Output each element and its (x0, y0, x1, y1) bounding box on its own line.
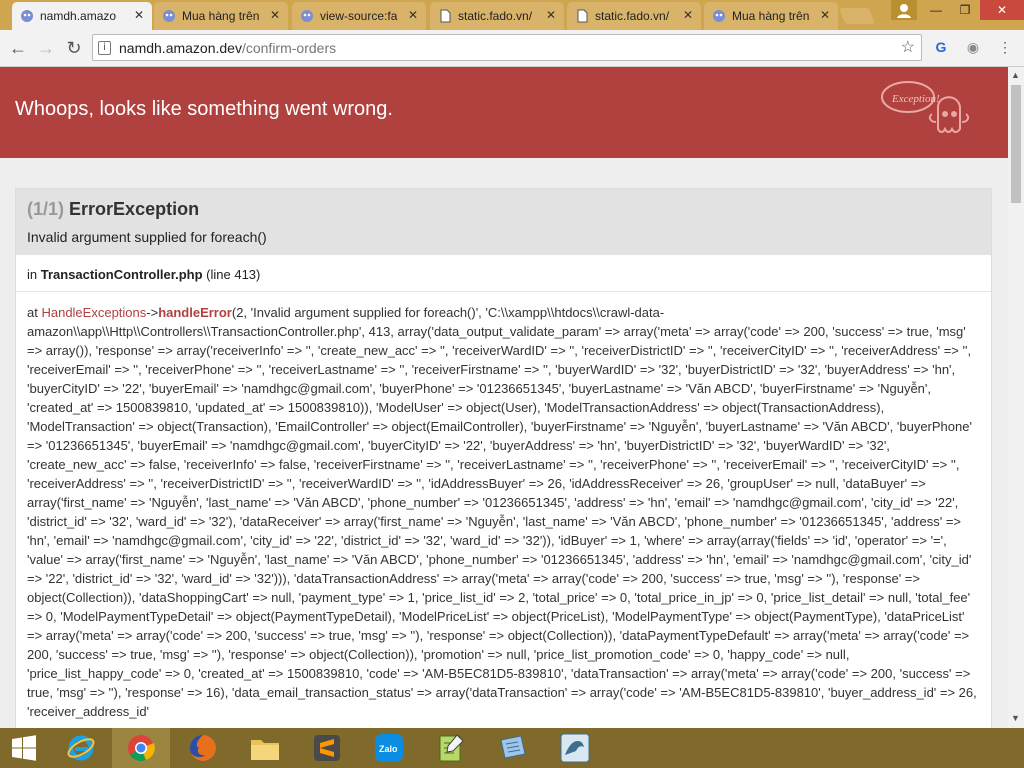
mysql-workbench-icon[interactable] (546, 728, 604, 768)
address-bar[interactable]: i namdh.amazon.dev/confirm-orders ☆ (92, 34, 922, 61)
extension-icon[interactable]: ◉ (964, 38, 982, 56)
close-tab-icon[interactable]: ✕ (270, 8, 280, 22)
chrome-icon[interactable] (112, 728, 170, 768)
tab-strip: namdh.amazo ✕ Mua hàng trên ✕ view-sourc… (0, 0, 1024, 30)
exception-file[interactable]: TransactionController.php (41, 267, 203, 282)
scrollbar-thumb[interactable] (1011, 85, 1021, 203)
forward-button[interactable]: → (34, 36, 58, 60)
close-tab-icon[interactable]: ✕ (546, 8, 556, 22)
exception-heading: (1/1) ErrorException (27, 199, 200, 219)
exception-message: Invalid argument supplied for foreach() (27, 229, 267, 245)
vertical-scrollbar[interactable]: ▲ ▼ (1008, 67, 1024, 728)
tab-title: static.fado.vn/ (458, 9, 533, 23)
maximize-button[interactable]: ❐ (950, 0, 980, 20)
scroll-up-icon[interactable]: ▲ (1011, 70, 1020, 80)
error-header: Whoops, looks like something went wrong.… (0, 67, 1008, 158)
close-tab-icon[interactable]: ✕ (134, 8, 144, 22)
reload-button[interactable]: ↻ (62, 36, 86, 60)
tab-namdh-amazon[interactable]: namdh.amazo ✕ (12, 2, 152, 30)
close-tab-icon[interactable]: ✕ (408, 8, 418, 22)
amazon-ghost-icon (301, 10, 313, 22)
document-icon (577, 9, 588, 23)
amazon-ghost-icon (163, 10, 175, 22)
tab-title: view-source:fa (320, 9, 398, 23)
divider (16, 291, 991, 292)
tab-static-fado-1[interactable]: static.fado.vn/ ✕ (430, 2, 564, 30)
exception-block: (1/1) ErrorException Invalid argument su… (15, 188, 992, 728)
browser-toolbar: ← → ↻ i namdh.amazon.dev/confirm-orders … (0, 30, 1024, 67)
close-tab-icon[interactable]: ✕ (820, 8, 830, 22)
minimize-button[interactable]: — (921, 0, 951, 20)
back-button[interactable]: ← (6, 36, 30, 60)
scroll-down-icon[interactable]: ▼ (1011, 713, 1020, 723)
page-viewport: Whoops, looks like something went wrong.… (0, 67, 1008, 728)
windows-start-icon[interactable] (0, 728, 48, 768)
tab-title: namdh.amazo (40, 9, 117, 23)
tab-title: Mua hàng trên (182, 9, 260, 23)
tab-static-fado-2[interactable]: static.fado.vn/ ✕ (567, 2, 701, 30)
windows-taskbar: Zalo (0, 728, 1024, 768)
tab-mua-hang-2[interactable]: Mua hàng trên ✕ (704, 2, 838, 30)
internet-explorer-icon[interactable] (52, 728, 110, 768)
url-text[interactable]: namdh.amazon.dev/confirm-orders (119, 40, 336, 56)
trace-function: handleError (158, 305, 232, 320)
exception-ghost-icon: Exception! (881, 81, 970, 133)
profile-button[interactable] (891, 0, 917, 20)
bookmark-star-icon[interactable]: ☆ (901, 37, 915, 57)
trace-class[interactable]: HandleExceptions (41, 305, 146, 320)
exception-location: in TransactionController.php (line 413) (27, 267, 261, 282)
exception-summary: (1/1) ErrorException Invalid argument su… (16, 189, 991, 255)
document-icon (440, 9, 451, 23)
notepad-icon[interactable] (484, 728, 542, 768)
close-window-button[interactable]: ✕ (980, 0, 1024, 20)
file-explorer-icon[interactable] (236, 728, 294, 768)
tab-mua-hang-1[interactable]: Mua hàng trên ✕ (154, 2, 288, 30)
tab-title: static.fado.vn/ (595, 9, 670, 23)
svg-text:Zalo: Zalo (379, 744, 398, 754)
trace-arguments: (2, 'Invalid argument supplied for forea… (27, 305, 977, 719)
user-icon (897, 4, 911, 18)
amazon-ghost-icon (21, 10, 33, 22)
page-info-icon[interactable]: i (98, 41, 111, 55)
tab-title: Mua hàng trên (732, 9, 810, 23)
menu-icon[interactable]: ⋮ (996, 38, 1014, 56)
tab-view-source[interactable]: view-source:fa ✕ (292, 2, 426, 30)
svg-text:Exception!: Exception! (891, 93, 940, 105)
notepad-plus-plus-icon[interactable] (422, 728, 480, 768)
amazon-ghost-icon (713, 10, 725, 22)
sublime-text-icon[interactable] (298, 728, 356, 768)
firefox-icon[interactable] (174, 728, 232, 768)
stack-trace-entry: at HandleExceptions->handleError(2, 'Inv… (27, 305, 977, 719)
page-title: Whoops, looks like something went wrong. (15, 98, 393, 120)
zalo-icon[interactable]: Zalo (360, 728, 418, 768)
translate-extension-icon[interactable]: G (932, 38, 950, 56)
new-tab-button[interactable] (839, 8, 875, 24)
close-tab-icon[interactable]: ✕ (683, 8, 693, 22)
